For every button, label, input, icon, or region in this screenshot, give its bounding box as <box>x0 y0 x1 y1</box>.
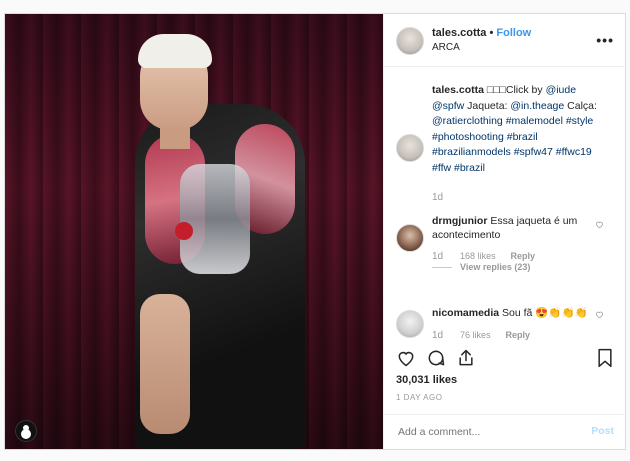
heart-icon[interactable] <box>396 348 416 368</box>
comment-text: Sou fã 😍👏👏👏 <box>499 307 588 319</box>
comment-username[interactable]: drmgjunior <box>432 215 487 227</box>
caption-hashtag-link[interactable]: #ffwc19 <box>556 146 592 158</box>
caption-hashtag-link[interactable]: #ffw <box>432 162 451 174</box>
comment-avatar[interactable] <box>396 224 424 252</box>
post-photo[interactable] <box>5 14 383 449</box>
caption-time: 1d <box>432 192 444 203</box>
caption-mention-link[interactable]: @ratierclothing <box>432 115 503 127</box>
comment-icon[interactable] <box>426 348 446 368</box>
follow-separator: • <box>486 27 497 39</box>
caption-avatar[interactable] <box>396 134 424 162</box>
post-card: tales.cotta • Follow ARCA ••• tales.cott… <box>4 13 626 450</box>
comment-likes[interactable]: 76 likes <box>460 330 491 340</box>
posted-time: 1 DAY AGO <box>396 393 443 402</box>
caption-body: @iude @spfw Jaqueta: @in.theage Calça: @… <box>432 84 597 174</box>
photo-jacket-badge <box>175 222 193 240</box>
comment-time: 1d <box>432 251 444 262</box>
more-options-icon[interactable]: ••• <box>596 32 614 48</box>
comment-item: drmgjunior Essa jaqueta é um acontecimen… <box>432 214 582 242</box>
author-username[interactable]: tales.cotta <box>432 27 486 39</box>
action-bar <box>384 348 626 398</box>
comment-meta: 1d 168 likes Reply <box>432 250 535 262</box>
caption-username[interactable]: tales.cotta <box>432 84 484 96</box>
comments-list: tales.cotta □□□Click by @iude @spfw Jaqu… <box>384 66 626 344</box>
caption-text: Calça: <box>564 99 597 112</box>
comment-username[interactable]: nicomamedia <box>432 307 499 319</box>
add-comment-input[interactable] <box>396 425 570 439</box>
caption-hashtag-link[interactable]: #photoshooting <box>432 131 504 143</box>
reply-button[interactable]: Reply <box>505 330 530 340</box>
post-sidebar: tales.cotta • Follow ARCA ••• tales.cott… <box>383 14 626 449</box>
reply-button[interactable]: Reply <box>511 251 536 261</box>
comment-heart-icon[interactable] <box>595 310 604 319</box>
comment-avatar[interactable] <box>396 310 424 338</box>
bookmark-icon[interactable] <box>596 348 614 368</box>
photo-jacket-front <box>180 164 250 274</box>
caption-hashtag-link[interactable]: #malemodel <box>506 115 563 127</box>
like-count[interactable]: 30,031 likes <box>396 374 457 386</box>
caption-hashtag-link[interactable]: #spfw47 <box>514 146 553 158</box>
caption-hashtag-link[interactable]: #brazilianmodels <box>432 146 511 158</box>
comment-heart-icon[interactable] <box>595 220 604 229</box>
share-icon[interactable] <box>456 348 476 368</box>
comment-likes[interactable]: 168 likes <box>460 251 496 261</box>
caption-hashtag-link[interactable]: #brazil <box>507 131 538 143</box>
photo-subject-hair <box>138 34 212 68</box>
caption-mention-link[interactable]: @iude <box>546 84 577 96</box>
follow-button[interactable]: Follow <box>496 27 531 39</box>
author-line: tales.cotta • Follow <box>432 27 531 39</box>
caption-text: Jaqueta: <box>464 99 511 112</box>
comment-item: nicomamedia Sou fã 😍👏👏👏 <box>432 306 592 319</box>
add-comment-bar: Post <box>384 414 626 450</box>
caption-intro: □□□Click by <box>483 84 546 96</box>
author-avatar[interactable] <box>396 27 424 55</box>
post-header: tales.cotta • Follow ARCA ••• <box>384 14 626 67</box>
caption-mention-link[interactable]: @in.theage <box>510 100 564 112</box>
view-replies-button[interactable]: View replies (23) <box>460 262 530 272</box>
post-location[interactable]: ARCA <box>432 42 460 53</box>
comment-meta: 1d 76 likes Reply <box>432 329 530 341</box>
tagged-user-icon[interactable] <box>15 420 37 442</box>
photo-subject-arm <box>140 294 190 434</box>
comment-time: 1d <box>432 330 444 341</box>
caption-hashtag-link[interactable]: #style <box>566 115 593 127</box>
caption-mention-link[interactable]: @spfw <box>432 100 464 112</box>
view-replies-divider <box>432 267 452 268</box>
caption: tales.cotta □□□Click by @iude @spfw Jaqu… <box>432 83 602 206</box>
post-comment-button[interactable]: Post <box>591 425 614 437</box>
caption-hashtag-link[interactable]: #brazil <box>454 162 485 174</box>
